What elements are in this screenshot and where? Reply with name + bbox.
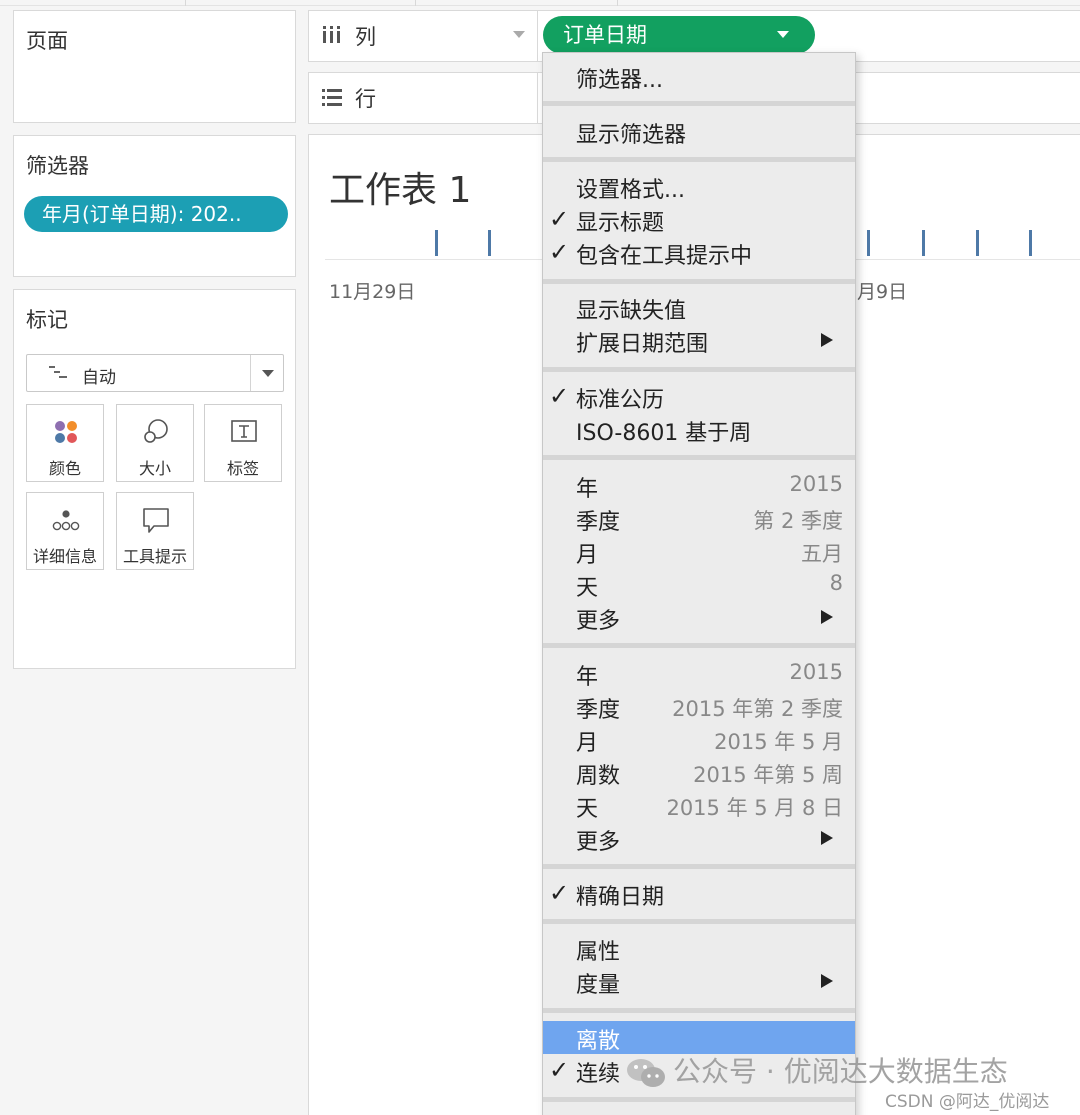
watermark-text: 公众号 · 优阅达大数据生态 [673,1055,1008,1088]
auto-mark-icon [49,366,67,378]
data-tick[interactable] [976,230,979,256]
shelf-divider [537,73,538,123]
menu-item-continuous-month[interactable]: 月 2015 年 5 月 [543,723,855,756]
label-card[interactable]: 标签 [204,404,282,482]
chevron-down-icon[interactable] [513,31,525,38]
menu-item-show-filter[interactable]: 显示筛选器 [543,115,855,148]
wechat-icon [627,1059,665,1087]
data-tick[interactable] [435,230,438,256]
filters-panel[interactable]: 筛选器 年月(订单日期): 202.. [13,135,296,277]
mark-type-dropdown[interactable]: 自动 [26,354,284,392]
data-tick[interactable] [1029,230,1032,256]
worksheet-title: 工作表 1 [329,170,472,211]
menu-separator [543,157,855,162]
columns-icon [323,26,340,43]
size-card[interactable]: 大小 [116,404,194,482]
mark-type-label: 自动 [82,368,116,388]
menu-separator [543,1097,855,1102]
menu-separator [543,367,855,372]
detail-card[interactable]: 详细信息 [26,492,104,570]
checkmark-icon: ✓ [549,382,570,410]
detail-card-label: 详细信息 [32,547,97,566]
axis-label-start: 11月29日 [329,281,416,303]
menu-item-continuous-more[interactable]: 更多 [543,822,855,855]
menu-item-attribute[interactable]: 属性 [543,932,855,965]
menu-item-continuous-day[interactable]: 天 2015 年 5 月 8 日 [543,789,855,822]
credit-text: CSDN @阿达_优阅达 [885,1092,1050,1112]
data-tick[interactable] [922,230,925,256]
axis-label-end: 月9日 [857,281,908,303]
menu-item-discrete-more[interactable]: 更多 [543,601,855,634]
menu-item-show-header[interactable]: ✓ 显示标题 [543,203,855,236]
filters-panel-title: 筛选器 [26,154,89,178]
checkmark-icon: ✓ [549,1056,570,1084]
color-card[interactable]: 颜色 [26,404,104,482]
checkmark-icon: ✓ [549,879,570,907]
order-date-pill[interactable]: 订单日期 [543,16,815,54]
submenu-arrow-icon [821,610,833,624]
menu-item-standard-gregorian[interactable]: ✓ 标准公历 [543,380,855,413]
size-icon [144,419,168,443]
chevron-down-icon[interactable] [777,31,789,38]
menu-item-discrete-year[interactable]: 年 2015 [543,469,855,502]
tooltip-card[interactable]: 工具提示 [116,492,194,570]
menu-item-extend-date-range[interactable]: 扩展日期范围 [543,324,855,357]
menu-item-continuous-week[interactable]: 周数 2015 年第 5 周 [543,756,855,789]
menu-item-continuous-year[interactable]: 年 2015 [543,657,855,690]
menu-item-include-in-tooltip[interactable]: ✓ 包含在工具提示中 [543,236,855,269]
checkmark-icon: ✓ [549,205,570,233]
field-context-menu: 筛选器... 显示筛选器 设置格式... ✓ 显示标题 ✓ 包含在工具提示中 显示缺… [542,52,856,1115]
menu-item-show-missing-values[interactable]: 显示缺失值 [543,291,855,324]
pages-panel-title: 页面 [26,29,68,53]
menu-item-continuous-quarter[interactable]: 季度 2015 年第 2 季度 [543,690,855,723]
watermark: 公众号 · 优阅达大数据生态 [625,1050,1008,1090]
label-icon [231,420,257,442]
marks-panel: 标记 自动 颜色 大小 标签 详细信息 工具提示 [13,289,296,669]
marks-panel-title: 标记 [26,308,68,332]
menu-item-exact-date[interactable]: ✓ 精确日期 [543,877,855,910]
submenu-arrow-icon [821,974,833,988]
menu-item-filter[interactable]: 筛选器... [543,60,855,93]
menu-separator [543,864,855,869]
submenu-arrow-icon [821,333,833,347]
label-card-label: 标签 [226,459,259,478]
rows-shelf-label: 行 [355,87,376,111]
menu-separator [543,1008,855,1013]
color-card-label: 颜色 [48,459,81,478]
pages-panel[interactable]: 页面 [13,10,296,123]
top-toolbar-edge [0,0,1080,6]
order-date-pill-label: 订单日期 [563,23,647,47]
menu-separator [543,643,855,648]
menu-separator [543,279,855,284]
detail-icon [52,510,80,531]
menu-item-discrete-quarter[interactable]: 季度第 2 季度 [543,502,855,535]
shelf-divider [537,11,538,61]
filter-pill-year-month[interactable]: 年月(订单日期): 202.. [24,196,288,232]
menu-separator [543,101,855,106]
tooltip-icon [143,508,169,533]
menu-item-measure[interactable]: 度量 [543,965,855,998]
data-tick[interactable] [488,230,491,256]
menu-separator [543,919,855,924]
color-icon [55,421,77,443]
menu-item-iso-8601[interactable]: ISO-8601 基于周 [543,413,855,446]
menu-item-format[interactable]: 设置格式... [543,170,855,203]
tooltip-card-label: 工具提示 [122,547,187,566]
chevron-down-icon[interactable] [262,370,274,377]
columns-shelf-label: 列 [355,25,376,49]
menu-item-discrete-month[interactable]: 月五月 [543,535,855,568]
data-tick[interactable] [867,230,870,256]
menu-item-discrete-day[interactable]: 天8 [543,568,855,601]
rows-icon [322,89,342,106]
submenu-arrow-icon [821,831,833,845]
menu-separator [543,455,855,460]
size-card-label: 大小 [138,459,171,478]
dropdown-divider [250,355,251,391]
checkmark-icon: ✓ [549,238,570,266]
